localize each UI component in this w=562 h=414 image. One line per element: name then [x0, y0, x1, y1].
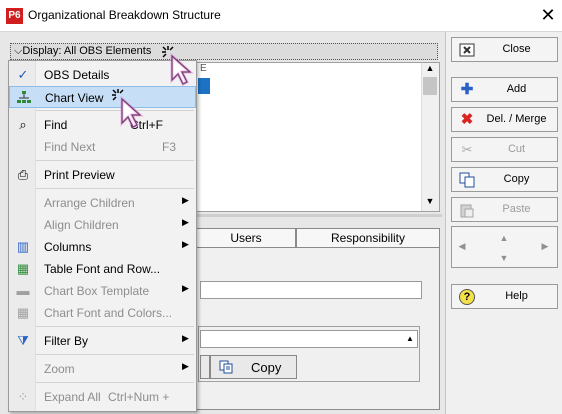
chart-box-icon: ▬ — [16, 283, 30, 298]
columns-icon: ▥ — [16, 239, 30, 254]
menu-item-chart-box-template[interactable]: ▬ Chart Box Template ▶ — [9, 280, 196, 302]
close-button[interactable]: Close — [451, 37, 558, 62]
find-next-shortcut: F3 — [162, 140, 177, 154]
help-button-label: Help — [505, 290, 528, 302]
org-chart-icon — [17, 91, 31, 103]
menu-separator — [36, 188, 194, 189]
close-button-label: Close — [502, 43, 531, 55]
add-button-label: Add — [506, 83, 527, 95]
plus-icon: ✚ — [460, 81, 474, 98]
menu-separator — [36, 354, 194, 355]
field-dropdown-arrow-icon[interactable]: ▲ — [403, 331, 417, 347]
menu-item-chart-font-colors[interactable]: ▦ Chart Font and Colors... — [9, 302, 196, 324]
menu-separator — [36, 326, 194, 327]
help-button[interactable]: ? Help — [451, 284, 558, 309]
pointer-cursor-icon — [112, 89, 144, 129]
obs-name-field[interactable] — [200, 281, 422, 299]
close-window-icon — [459, 43, 475, 57]
expand-all-icon: ⁘ — [17, 389, 29, 404]
filter-funnel-icon: ⧩ — [17, 333, 29, 348]
scrollbar-thumb[interactable] — [423, 77, 437, 95]
delete-x-icon: ✖ — [460, 111, 474, 128]
add-button[interactable]: ✚ Add — [451, 77, 558, 102]
menu-item-print-preview[interactable]: ⎙ Print Preview — [9, 164, 196, 186]
submenu-arrow-icon: ▶ — [182, 361, 189, 371]
paste-button-label: Paste — [502, 203, 531, 215]
cut-button-label: Cut — [507, 143, 526, 155]
move-right-arrow-icon[interactable]: ▶ — [538, 240, 552, 252]
scroll-up-arrow-icon[interactable]: ▲ — [424, 63, 436, 75]
clipboard-icon — [460, 204, 474, 218]
scissors-icon: ✂ — [461, 142, 473, 157]
copy-icon — [459, 172, 475, 188]
delete-merge-button[interactable]: ✖ Del. / Merge — [451, 107, 558, 132]
lower-copy-label: Copy — [251, 360, 282, 375]
help-question-icon: ? — [459, 289, 475, 305]
tab-users[interactable]: Users — [196, 228, 296, 248]
tab-responsibility[interactable]: Responsibility — [296, 228, 440, 248]
menu-item-columns[interactable]: ▥ Columns ▶ — [9, 236, 196, 258]
lower-pane-button[interactable] — [200, 355, 210, 379]
checkmark-icon: ✓ — [17, 67, 29, 82]
menu-item-filter-by[interactable]: ⧩ Filter By ▶ — [9, 330, 196, 352]
menu-item-align-children[interactable]: Align Children ▶ — [9, 214, 196, 236]
move-left-arrow-icon[interactable]: ◀ — [455, 240, 469, 252]
table-font-icon: ▦ — [16, 261, 30, 276]
move-down-arrow-icon[interactable]: ▼ — [497, 252, 511, 264]
binoculars-icon: ⌕ — [19, 117, 27, 132]
menu-item-table-font-row[interactable]: ▦ Table Font and Row... — [9, 258, 196, 280]
pointer-cursor-icon — [162, 46, 194, 86]
menu-item-find-next[interactable]: Find Next F3 — [9, 136, 196, 158]
menu-item-expand-all[interactable]: ⁘ Expand All Ctrl+Num + — [9, 386, 196, 408]
copy-button-label: Copy — [503, 173, 530, 185]
submenu-arrow-icon: ▶ — [182, 195, 189, 205]
menu-separator — [36, 160, 194, 161]
lower-copy-button[interactable]: Copy — [210, 355, 297, 379]
menu-item-chart-view[interactable]: Chart View — [9, 86, 196, 108]
display-bar-label[interactable]: ⌵Display: All OBS Elements — [14, 45, 151, 58]
copy-icon — [219, 360, 233, 374]
copy-button[interactable]: Copy — [451, 167, 558, 192]
submenu-arrow-icon: ▶ — [182, 239, 189, 249]
submenu-arrow-icon: ▶ — [182, 217, 189, 227]
menu-separator — [36, 382, 194, 383]
expand-all-shortcut: Ctrl+Num + — [108, 390, 170, 404]
scroll-down-arrow-icon[interactable]: ▼ — [424, 196, 436, 208]
menu-item-find[interactable]: ⌕ Find Ctrl+F — [9, 114, 196, 136]
move-up-arrow-icon[interactable]: ▲ — [497, 232, 511, 244]
printer-icon: ⎙ — [17, 167, 29, 182]
window-close-icon[interactable]: ✕ — [538, 4, 558, 26]
chart-font-icon: ▦ — [16, 305, 30, 320]
menu-item-zoom[interactable]: Zoom ▶ — [9, 358, 196, 380]
submenu-arrow-icon: ▶ — [182, 283, 189, 293]
delete-merge-label: Del. / Merge — [486, 113, 547, 125]
cut-button[interactable]: ✂ Cut — [451, 137, 558, 162]
menu-item-arrange-children[interactable]: Arrange Children ▶ — [9, 192, 196, 214]
paste-button[interactable]: Paste — [451, 197, 558, 222]
app-logo: P6 — [6, 8, 23, 24]
window-title: Organizational Breakdown Structure — [28, 8, 221, 22]
obs-manager-field[interactable] — [200, 330, 418, 348]
submenu-arrow-icon: ▶ — [182, 333, 189, 343]
